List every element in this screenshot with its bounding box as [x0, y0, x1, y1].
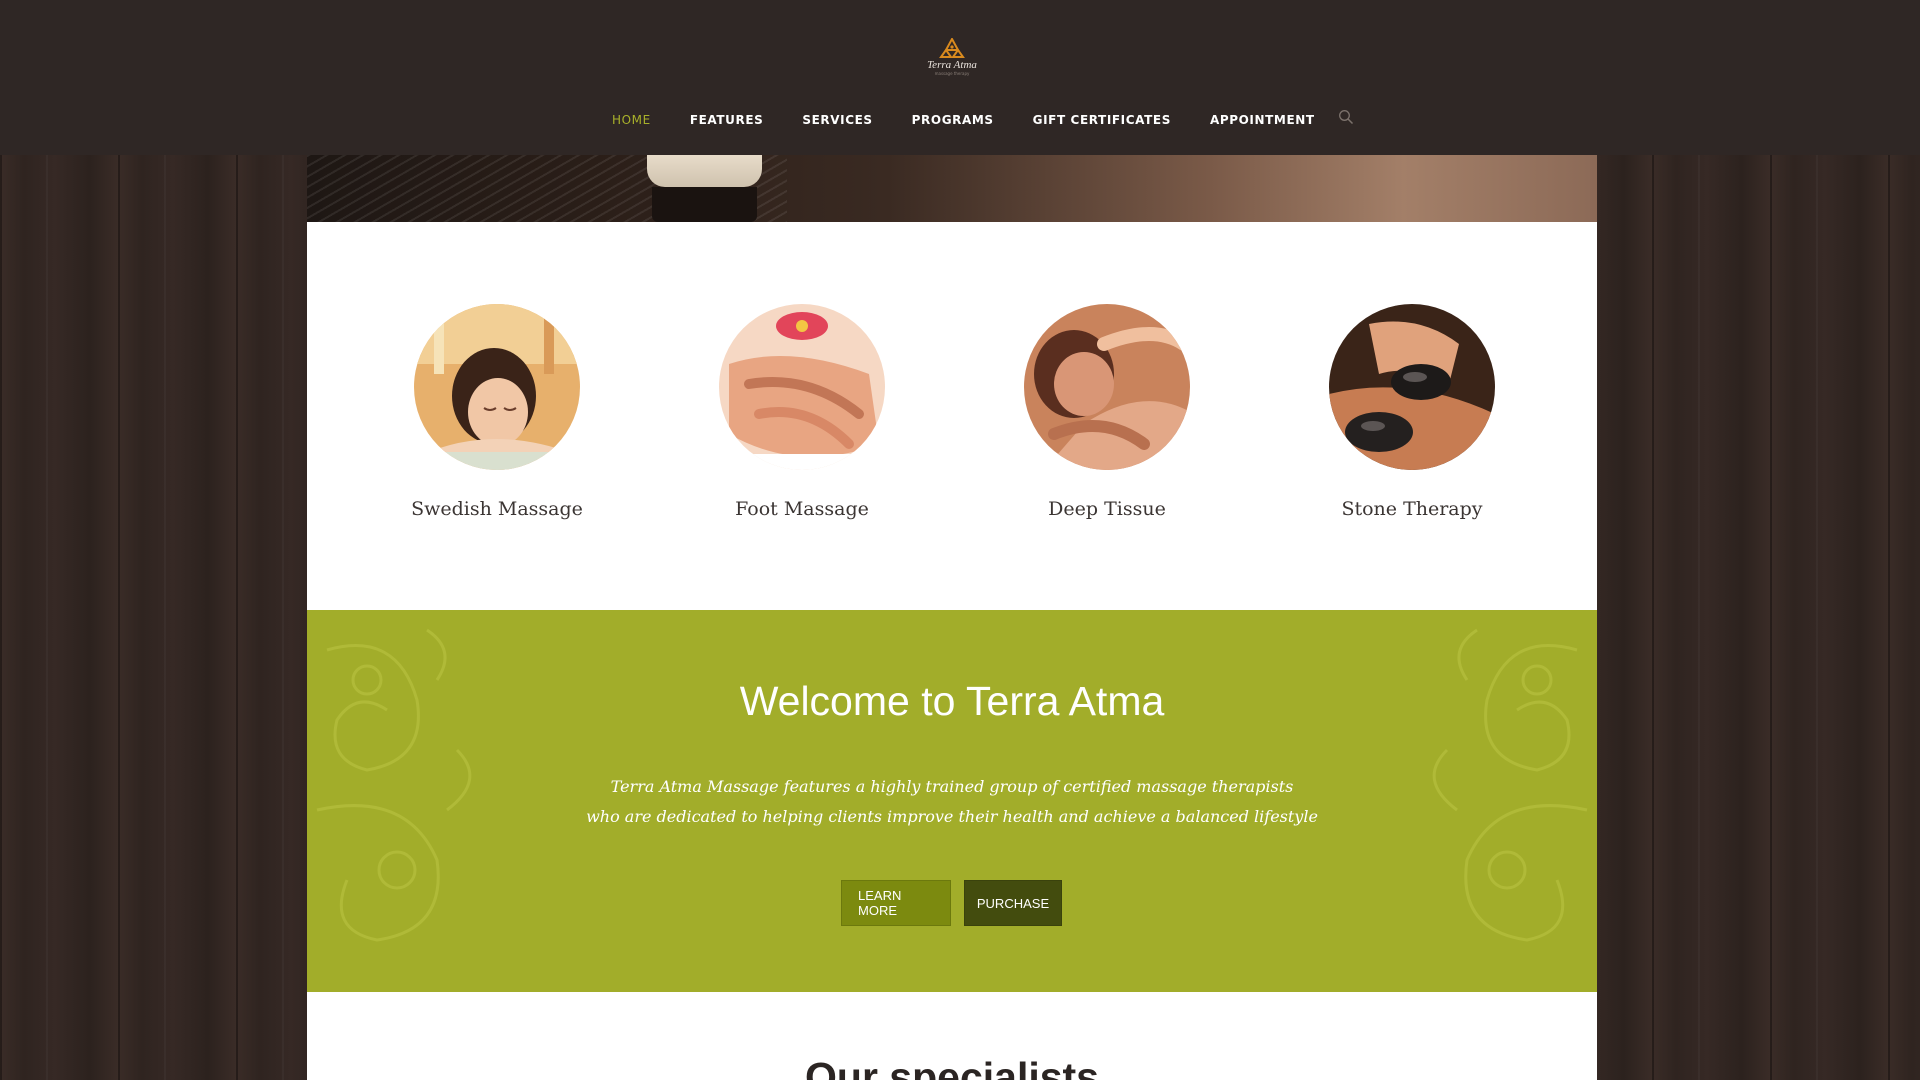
content-column: Swedish Massage Foot Massage Deep Tissue… — [307, 155, 1597, 1080]
welcome-section: Welcome to Terra Atma Terra Atma Massage… — [307, 610, 1597, 992]
nav-gift-certificates[interactable]: GIFT CERTIFICATES — [1033, 113, 1171, 127]
welcome-line-2: who are dedicated to helping clients imp… — [586, 807, 1318, 826]
service-swedish-massage[interactable]: Swedish Massage — [387, 304, 607, 520]
foot-massage-image — [719, 304, 885, 470]
purchase-button[interactable]: PURCHASE — [964, 880, 1062, 926]
nav-appointment[interactable]: APPOINTMENT — [1210, 113, 1315, 127]
welcome-buttons: LEARN MORE PURCHASE — [841, 880, 1062, 926]
service-foot-massage[interactable]: Foot Massage — [692, 304, 912, 520]
search-icon[interactable] — [1338, 109, 1354, 125]
service-stone-therapy[interactable]: Stone Therapy — [1302, 304, 1522, 520]
learn-more-button[interactable]: LEARN MORE — [841, 880, 951, 926]
service-label: Swedish Massage — [411, 498, 583, 520]
services-section: Swedish Massage Foot Massage Deep Tissue… — [307, 222, 1597, 610]
hero-image — [307, 155, 1597, 222]
logo-tagline: massage therapy — [934, 71, 970, 76]
lotus-logo-icon — [939, 38, 965, 58]
site-header: Terra Atma massage therapy HOME FEATURES… — [0, 0, 1920, 155]
specialists-title: Our specialists — [805, 1054, 1099, 1080]
service-label: Foot Massage — [735, 498, 869, 520]
nav-features[interactable]: FEATURES — [690, 113, 764, 127]
hero-candle-base — [652, 187, 757, 222]
service-label: Stone Therapy — [1341, 498, 1483, 520]
service-deep-tissue[interactable]: Deep Tissue — [997, 304, 1217, 520]
logo-name: Terra Atma — [927, 59, 977, 71]
welcome-line-1: Terra Atma Massage features a highly tra… — [610, 777, 1294, 796]
welcome-description: Terra Atma Massage features a highly tra… — [307, 772, 1597, 832]
swedish-massage-image — [414, 304, 580, 470]
hero-candle — [647, 155, 762, 187]
main-nav: HOME FEATURES SERVICES PROGRAMS GIFT CER… — [612, 109, 1354, 128]
nav-programs[interactable]: PROGRAMS — [912, 113, 994, 127]
welcome-title: Welcome to Terra Atma — [739, 678, 1165, 724]
nav-services[interactable]: SERVICES — [802, 113, 872, 127]
site-logo[interactable]: Terra Atma massage therapy — [922, 38, 982, 84]
nav-home[interactable]: HOME — [612, 113, 651, 127]
deep-tissue-image — [1024, 304, 1190, 470]
specialists-section: Our specialists — [307, 992, 1597, 1080]
service-label: Deep Tissue — [1048, 498, 1166, 520]
stone-therapy-image — [1329, 304, 1495, 470]
